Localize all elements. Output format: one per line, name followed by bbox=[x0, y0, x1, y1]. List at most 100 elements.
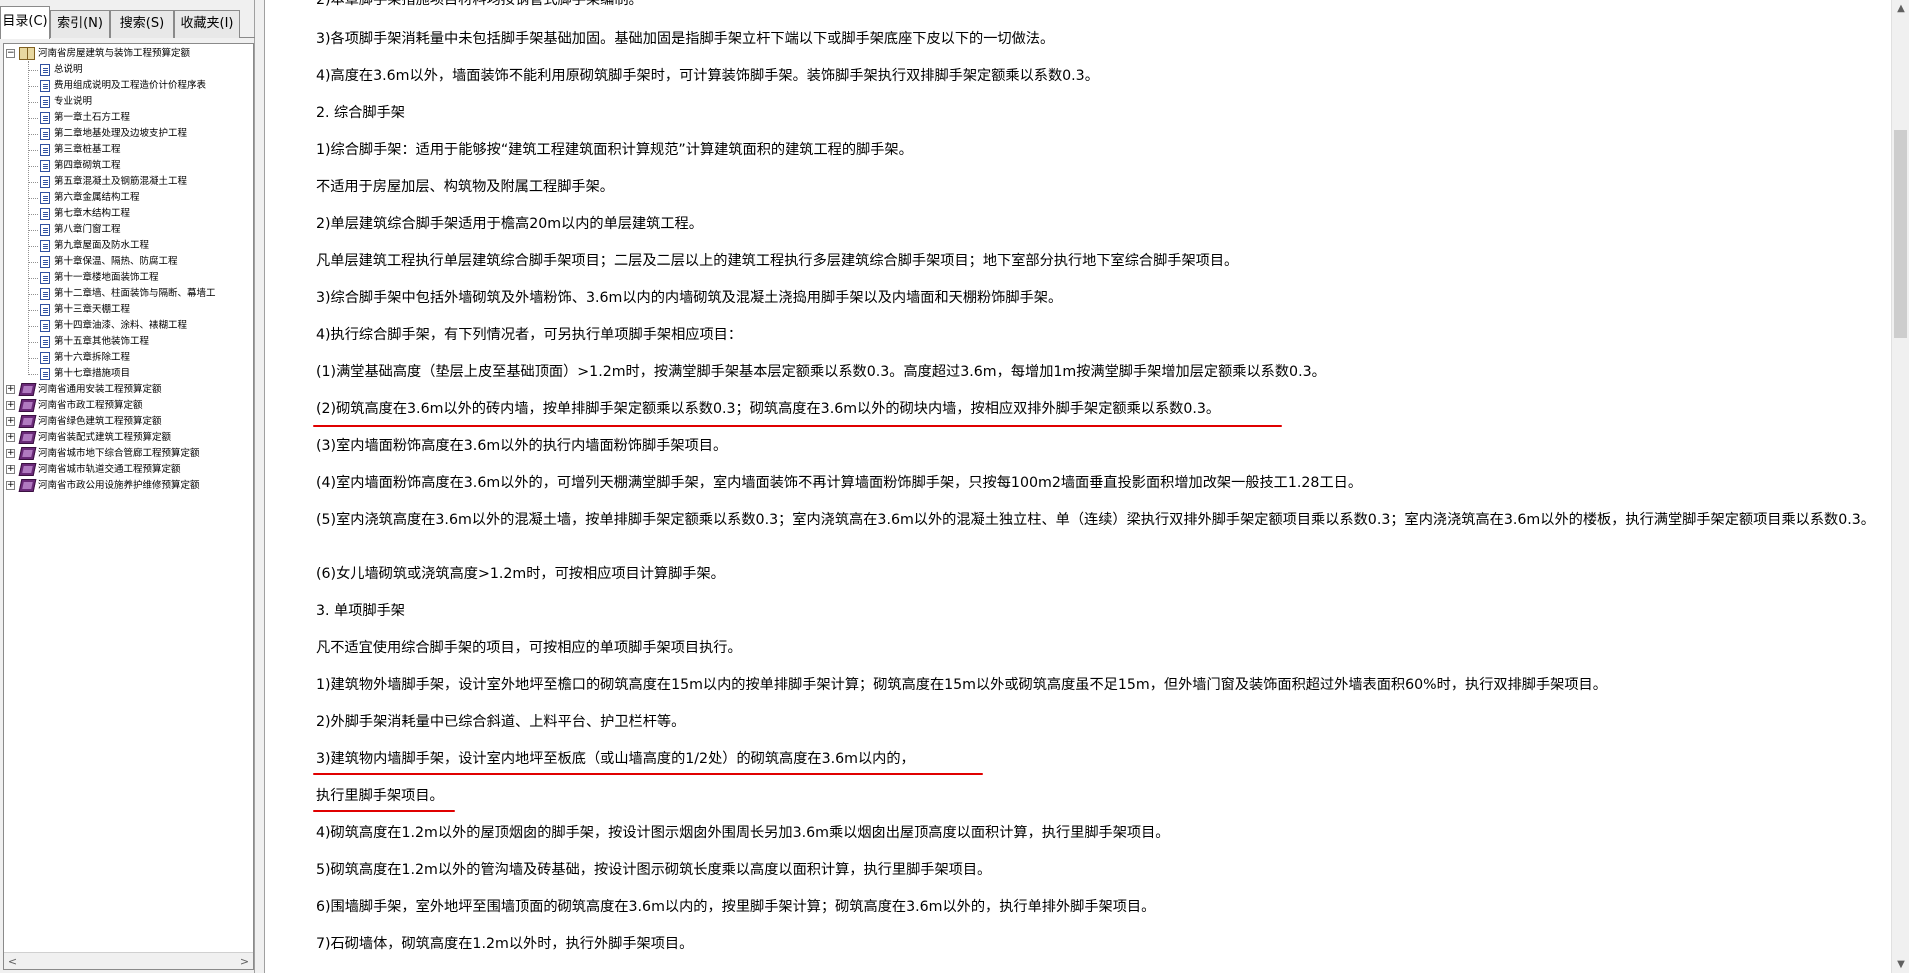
scrollbar-thumb[interactable] bbox=[1894, 130, 1907, 338]
book-icon bbox=[18, 479, 37, 492]
tree-guide-line bbox=[28, 70, 38, 71]
tree-node-label: 河南省市政公用设施养护维修预算定额 bbox=[38, 480, 200, 491]
content-paragraph: (5)室内浇筑高度在3.6m以外的混凝土墙，按单排脚手架定额乘以系数0.3；室内… bbox=[316, 512, 1875, 528]
content-paragraph: 2)外脚手架消耗量中已综合斜道、上料平台、护卫栏杆等。 bbox=[316, 714, 686, 730]
tree-guide-line bbox=[28, 230, 38, 231]
tree-guide-line bbox=[28, 214, 38, 215]
tree-guide-line bbox=[28, 342, 38, 343]
tree-node-label: 河南省通用安装工程预算定额 bbox=[38, 384, 162, 395]
page-icon bbox=[40, 112, 50, 124]
tree-guide-line bbox=[28, 134, 38, 135]
contents-tree-panel: − 河南省房屋建筑与装饰工程预算定额 总说明 费用组成说明及工程造价计价程序表 专业说明… bbox=[3, 43, 254, 970]
tree-node-label: 第五章混凝土及钢筋混凝土工程 bbox=[54, 176, 188, 187]
red-underline bbox=[313, 773, 983, 775]
expand-icon[interactable]: + bbox=[6, 481, 15, 490]
collapse-icon[interactable]: − bbox=[6, 49, 15, 58]
content-paragraph-underlined: 3)建筑物内墙脚手架，设计室内地坪至板底（或山墙高度的1/2处）的砌筑高度在3.… bbox=[316, 751, 915, 767]
book-icon bbox=[18, 447, 37, 460]
nav-tabs: 目录(C) 索引(N) 搜索(S) 收藏夹(I) bbox=[0, 4, 255, 39]
tab-search[interactable]: 搜索(S) bbox=[110, 10, 174, 38]
contents-tree: − 河南省房屋建筑与装饰工程预算定额 总说明 费用组成说明及工程造价计价程序表 专业说明… bbox=[4, 44, 253, 944]
page-icon bbox=[40, 368, 50, 380]
topic-content: 2)本章脚手架措施项目材料均按钢管式脚手架编制。 3)各项脚手架消耗量中未包括脚… bbox=[266, 0, 1891, 973]
content-paragraph: 2)单层建筑综合脚手架适用于檐高20m以内的单层建筑工程。 bbox=[316, 216, 703, 232]
tree-node-label: 河南省装配式建筑工程预算定额 bbox=[38, 432, 172, 443]
tree-node-label: 费用组成说明及工程造价计价程序表 bbox=[54, 80, 207, 91]
tree-node-label: 专业说明 bbox=[54, 96, 93, 107]
page-icon bbox=[40, 320, 50, 332]
tree-guide-line bbox=[28, 326, 38, 327]
scroll-up-icon[interactable]: ▲ bbox=[1892, 0, 1909, 17]
book-icon bbox=[18, 399, 37, 412]
tree-node-label: 第七章木结构工程 bbox=[54, 208, 131, 219]
open-book-icon bbox=[19, 47, 35, 60]
tree-node-label: 第九章屋面及防水工程 bbox=[54, 240, 150, 251]
page-icon bbox=[40, 288, 50, 300]
content-paragraph: (3)室内墙面粉饰高度在3.6m以外的执行内墙面粉饰脚手架项目。 bbox=[316, 438, 728, 454]
tree-guide-line bbox=[28, 166, 38, 167]
page-icon bbox=[40, 192, 50, 204]
tree-node-label: 总说明 bbox=[54, 64, 83, 75]
tab-favorites[interactable]: 收藏夹(I) bbox=[174, 10, 240, 38]
tree-guide-line bbox=[28, 150, 38, 151]
content-paragraph: 凡单层建筑工程执行单层建筑综合脚手架项目；二层及二层以上的建筑工程执行多层建筑综… bbox=[316, 253, 1239, 269]
tree-guide-line bbox=[28, 102, 38, 103]
expand-icon[interactable]: + bbox=[6, 449, 15, 458]
tree-guide-line bbox=[28, 278, 38, 279]
horizontal-scrollbar[interactable]: < > bbox=[4, 952, 253, 969]
tree-node-label: 第三章桩基工程 bbox=[54, 144, 121, 155]
page-icon bbox=[40, 128, 50, 140]
content-paragraph: 3)各项脚手架消耗量中未包括脚手架基础加固。基础加固是指脚手架立杆下端以下或脚手… bbox=[316, 31, 1055, 47]
page-icon bbox=[40, 352, 50, 364]
tree-node-label: 第六章金属结构工程 bbox=[54, 192, 140, 203]
content-paragraph-underlined: 执行里脚手架项目。 bbox=[316, 788, 444, 804]
tree-node-label: 河南省绿色建筑工程预算定额 bbox=[38, 416, 162, 427]
content-paragraph: (4)室内墙面粉饰高度在3.6m以外的，可增列天棚满堂脚手架，室内墙面装饰不再计… bbox=[316, 475, 1363, 491]
tree-node-label: 第十一章楼地面装饰工程 bbox=[54, 272, 159, 283]
tree-node-label: 第十六章拆除工程 bbox=[54, 352, 131, 363]
page-icon bbox=[40, 336, 50, 348]
content-paragraph: 4)砌筑高度在1.2m以外的屋顶烟囱的脚手架，按设计图示烟囱外围周长另加3.6m… bbox=[316, 825, 1170, 841]
content-paragraph: 7)石砌墙体，砌筑高度在1.2m以外时，执行外脚手架项目。 bbox=[316, 936, 694, 952]
tree-guide-line bbox=[28, 182, 38, 183]
content-paragraph: 6)围墙脚手架，室外地坪至围墙顶面的砌筑高度在3.6m以内的，按里脚手架计算；砌… bbox=[316, 899, 1156, 915]
scroll-right-icon[interactable]: > bbox=[236, 953, 253, 969]
page-icon bbox=[40, 144, 50, 156]
tab-contents[interactable]: 目录(C) bbox=[0, 6, 50, 39]
pane-splitter[interactable] bbox=[255, 0, 265, 973]
tree-node-label: 第十五章其他装饰工程 bbox=[54, 336, 150, 347]
book-icon bbox=[18, 383, 37, 396]
page-icon bbox=[40, 304, 50, 316]
red-underline bbox=[313, 425, 1282, 427]
tree-guide-line bbox=[28, 374, 38, 375]
expand-icon[interactable]: + bbox=[6, 401, 15, 410]
expand-icon[interactable]: + bbox=[6, 385, 15, 394]
scroll-left-icon[interactable]: < bbox=[4, 953, 21, 969]
section-heading: 3. 单项脚手架 bbox=[316, 603, 405, 619]
content-paragraph: (1)满堂基础高度（垫层上皮至基础顶面）>1.2m时，按满堂脚手架基本层定额乘以… bbox=[316, 364, 1326, 380]
expand-icon[interactable]: + bbox=[6, 433, 15, 442]
tree-node-label: 第一章土石方工程 bbox=[54, 112, 131, 123]
tab-index[interactable]: 索引(N) bbox=[50, 10, 110, 38]
tree-node-label: 第十三章天棚工程 bbox=[54, 304, 131, 315]
page-icon bbox=[40, 272, 50, 284]
page-icon bbox=[40, 208, 50, 220]
tree-node-label: 第八章门窗工程 bbox=[54, 224, 121, 235]
expand-icon[interactable]: + bbox=[6, 417, 15, 426]
expand-icon[interactable]: + bbox=[6, 465, 15, 474]
help-viewer-window: 目录(C) 索引(N) 搜索(S) 收藏夹(I) − 河南省房屋建筑与装饰工程预算… bbox=[0, 0, 1909, 973]
tree-node-label: 第二章地基处理及边坡支护工程 bbox=[54, 128, 188, 139]
red-underline bbox=[313, 810, 455, 812]
content-paragraph: 3)综合脚手架中包括外墙砌筑及外墙粉饰、3.6m以内的内墙砌筑及混凝土浇捣用脚手… bbox=[316, 290, 1063, 306]
tree-guide-line bbox=[28, 262, 38, 263]
vertical-scrollbar[interactable]: ▲ ▼ bbox=[1891, 0, 1909, 973]
book-icon bbox=[18, 431, 37, 444]
page-icon bbox=[40, 256, 50, 268]
tree-guide-line bbox=[28, 198, 38, 199]
book-icon bbox=[18, 463, 37, 476]
content-paragraph: 凡不适宜使用综合脚手架的项目，可按相应的单项脚手架项目执行。 bbox=[316, 640, 742, 656]
tree-node-label: 第十二章墙、柱面装饰与隔断、幕墙工 bbox=[54, 288, 216, 299]
page-icon bbox=[40, 96, 50, 108]
page-icon bbox=[40, 160, 50, 172]
scroll-down-icon[interactable]: ▼ bbox=[1892, 956, 1909, 973]
